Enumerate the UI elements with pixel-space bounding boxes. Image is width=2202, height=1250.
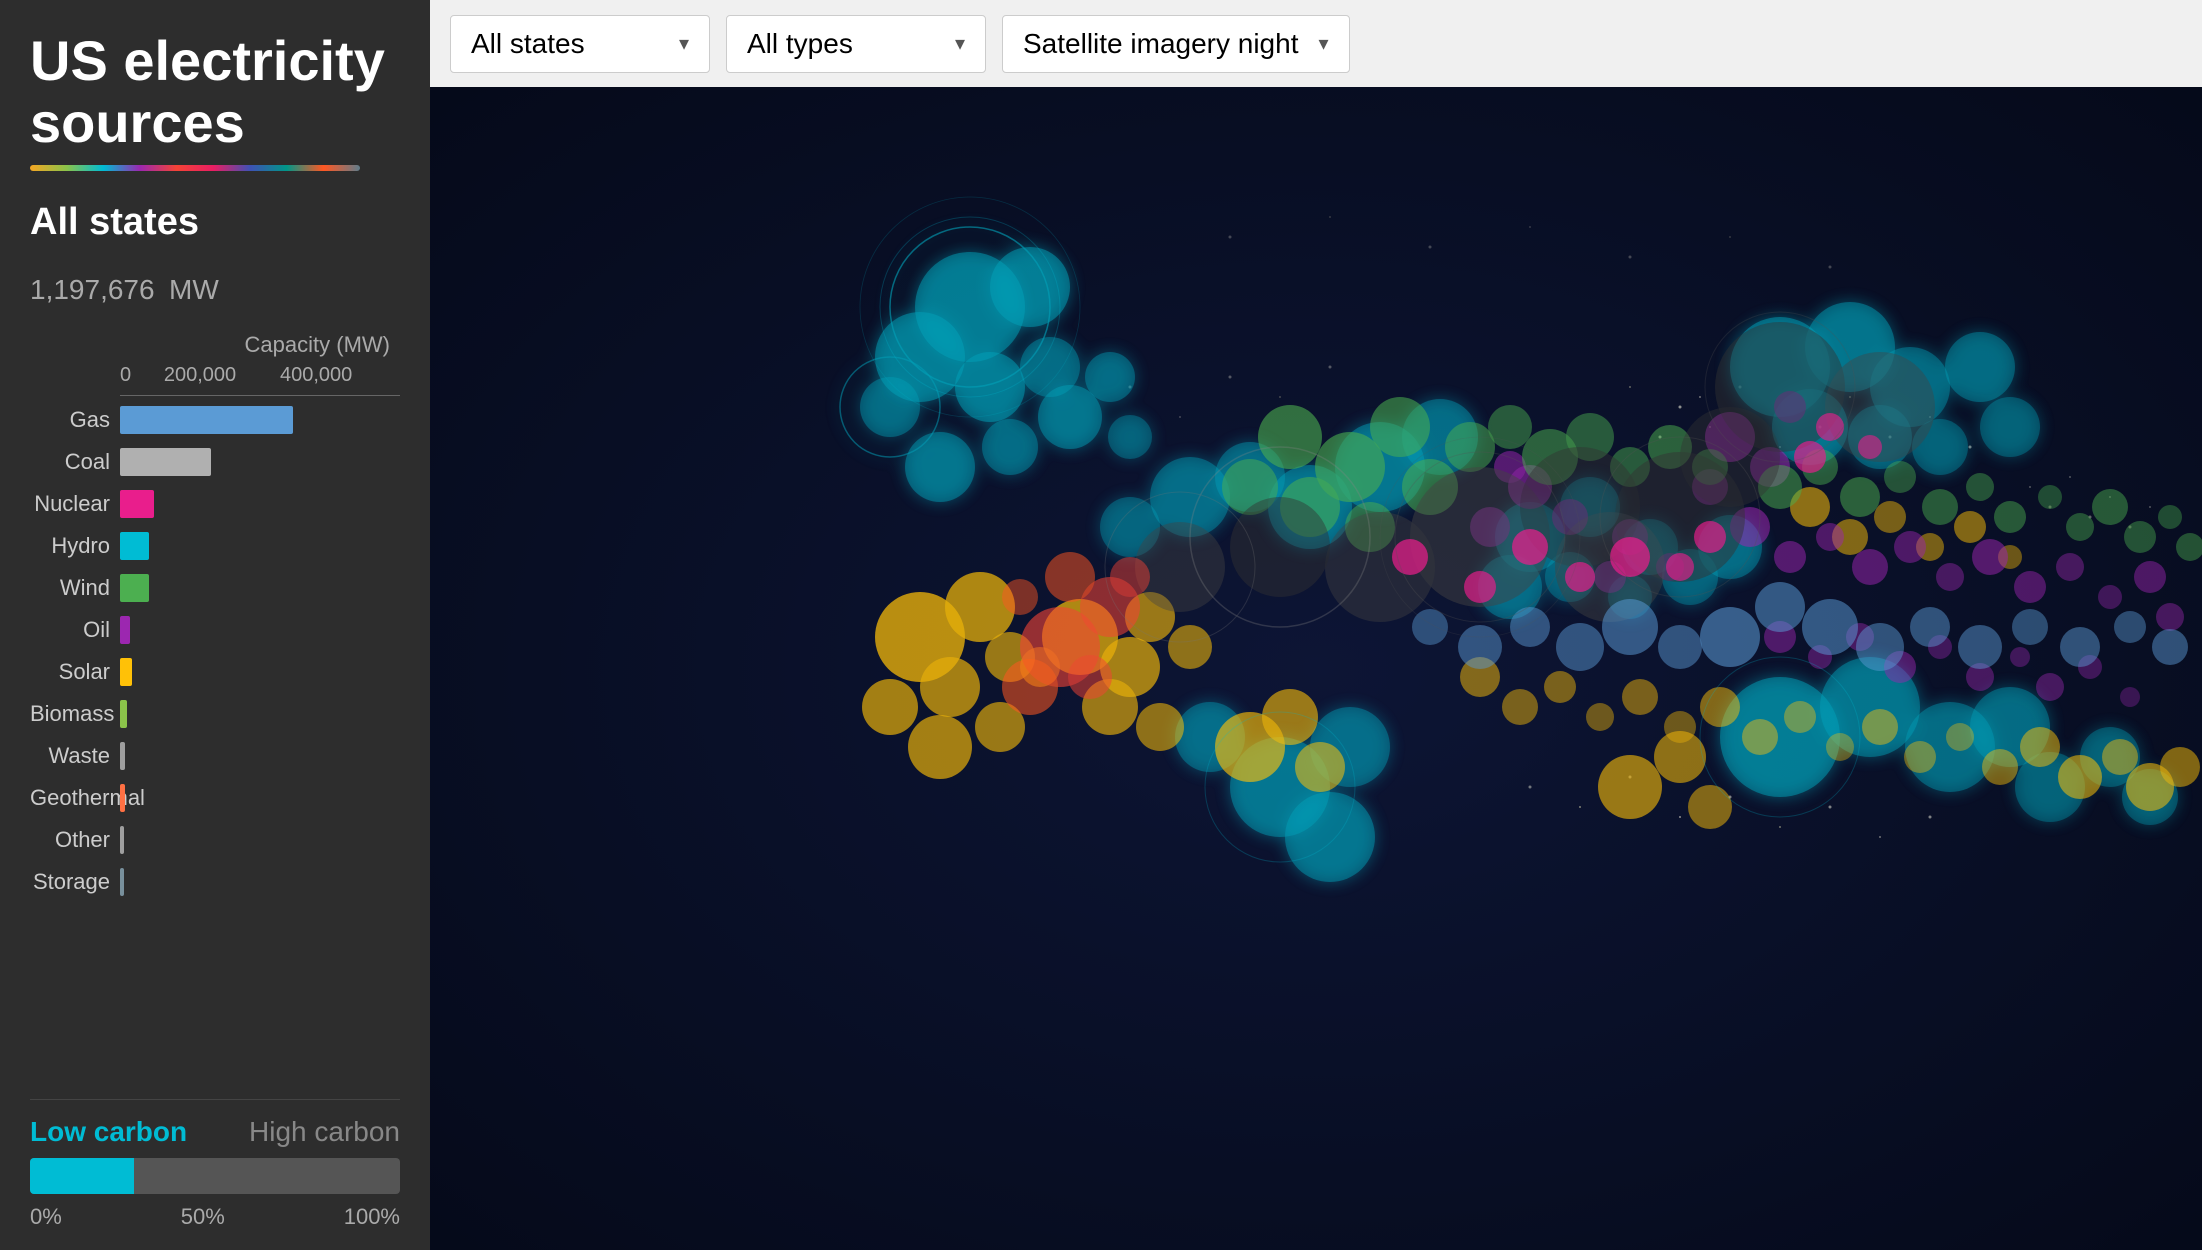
chart-axis-label: Capacity (MW) bbox=[30, 332, 400, 358]
bar-row-gas: Gas bbox=[30, 404, 400, 436]
types-dropdown-label: All types bbox=[747, 28, 853, 60]
bar-label-geothermal: Geothermal bbox=[30, 785, 120, 811]
carbon-axis-mid: 50% bbox=[181, 1204, 225, 1230]
map-type-label: Satellite imagery night bbox=[1023, 28, 1298, 60]
bar-label-oil: Oil bbox=[30, 617, 120, 643]
bar-row-coal: Coal bbox=[30, 446, 400, 478]
carbon-axis-end: 100% bbox=[344, 1204, 400, 1230]
high-carbon-label: High carbon bbox=[249, 1116, 400, 1148]
color-bar bbox=[30, 165, 360, 171]
carbon-bar-fill bbox=[30, 1158, 134, 1194]
bar-row-other: Other bbox=[30, 824, 400, 856]
bar-fill-oil bbox=[120, 616, 130, 644]
toolbar: All states ▾ All types ▾ Satellite image… bbox=[430, 0, 2202, 87]
carbon-axis: 0% 50% 100% bbox=[30, 1204, 400, 1230]
low-carbon-label: Low carbon bbox=[30, 1116, 187, 1148]
bar-track-coal bbox=[120, 448, 400, 476]
bar-track-solar bbox=[120, 658, 400, 686]
bar-label-hydro: Hydro bbox=[30, 533, 120, 559]
bar-track-nuclear bbox=[120, 490, 400, 518]
bar-track-wind bbox=[120, 574, 400, 602]
states-dropdown[interactable]: All states ▾ bbox=[450, 15, 710, 73]
bar-fill-biomass bbox=[120, 700, 127, 728]
capacity-value: 1,197,676 MW bbox=[30, 252, 219, 312]
bar-label-biomass: Biomass bbox=[30, 701, 120, 727]
capacity-number: 1,197,676 bbox=[30, 274, 155, 305]
axis-tick-0: 0 bbox=[120, 364, 131, 387]
bar-label-other: Other bbox=[30, 827, 120, 853]
states-chevron-icon: ▾ bbox=[679, 31, 689, 56]
bar-track-geothermal bbox=[120, 784, 400, 812]
bar-track-waste bbox=[120, 742, 400, 770]
map-background bbox=[430, 87, 2202, 1250]
bar-fill-gas bbox=[120, 406, 293, 434]
bar-row-nuclear: Nuclear bbox=[30, 488, 400, 520]
bar-fill-waste bbox=[120, 742, 125, 770]
types-chevron-icon: ▾ bbox=[955, 31, 965, 56]
bar-fill-geothermal bbox=[120, 784, 125, 812]
axis-tick-200k: 200,000 bbox=[120, 364, 280, 387]
bar-row-waste: Waste bbox=[30, 740, 400, 772]
types-dropdown[interactable]: All types ▾ bbox=[726, 15, 986, 73]
map-area bbox=[430, 87, 2202, 1250]
bar-track-gas bbox=[120, 406, 400, 434]
map-chevron-icon: ▾ bbox=[1318, 31, 1328, 56]
states-dropdown-label: All states bbox=[471, 28, 585, 60]
bar-label-coal: Coal bbox=[30, 449, 120, 475]
bar-track-hydro bbox=[120, 532, 400, 560]
carbon-axis-start: 0% bbox=[30, 1204, 62, 1230]
bar-row-storage: Storage bbox=[30, 866, 400, 898]
bar-fill-wind bbox=[120, 574, 149, 602]
capacity-unit: MW bbox=[169, 274, 219, 305]
bar-fill-hydro bbox=[120, 532, 149, 560]
axis-line bbox=[120, 395, 400, 396]
app-title: US electricity sources bbox=[30, 30, 400, 153]
bar-fill-solar bbox=[120, 658, 132, 686]
bar-row-biomass: Biomass bbox=[30, 698, 400, 730]
bar-label-nuclear: Nuclear bbox=[30, 491, 120, 517]
bar-fill-storage bbox=[120, 868, 124, 896]
bar-row-wind: Wind bbox=[30, 572, 400, 604]
sidebar: US electricity sources All states 1,197,… bbox=[0, 0, 430, 1250]
bar-row-hydro: Hydro bbox=[30, 530, 400, 562]
bar-track-other bbox=[120, 826, 400, 854]
bar-label-waste: Waste bbox=[30, 743, 120, 769]
bar-track-biomass bbox=[120, 700, 400, 728]
bar-label-wind: Wind bbox=[30, 575, 120, 601]
bars-container: Gas Coal Nuclear Hydro Wind Oil Solar Biomass Wa… bbox=[30, 404, 400, 898]
bar-fill-nuclear bbox=[120, 490, 154, 518]
axis-tick-400k: 400,000 bbox=[280, 364, 352, 387]
chart-area: Capacity (MW) 0 200,000 400,000 Gas Coal N… bbox=[30, 332, 400, 1075]
carbon-bar-track bbox=[30, 1158, 400, 1194]
bar-label-gas: Gas bbox=[30, 407, 120, 433]
carbon-section: Low carbon High carbon 0% 50% 100% bbox=[30, 1099, 400, 1230]
bar-fill-coal bbox=[120, 448, 211, 476]
bar-track-storage bbox=[120, 868, 400, 896]
map-svg bbox=[430, 87, 2202, 1250]
selected-state: All states bbox=[30, 201, 400, 244]
bar-row-geothermal: Geothermal bbox=[30, 782, 400, 814]
map-type-dropdown[interactable]: Satellite imagery night ▾ bbox=[1002, 15, 1350, 73]
bar-fill-other bbox=[120, 826, 124, 854]
bar-row-oil: Oil bbox=[30, 614, 400, 646]
bar-label-solar: Solar bbox=[30, 659, 120, 685]
bar-label-storage: Storage bbox=[30, 869, 120, 895]
bar-track-oil bbox=[120, 616, 400, 644]
bar-row-solar: Solar bbox=[30, 656, 400, 688]
